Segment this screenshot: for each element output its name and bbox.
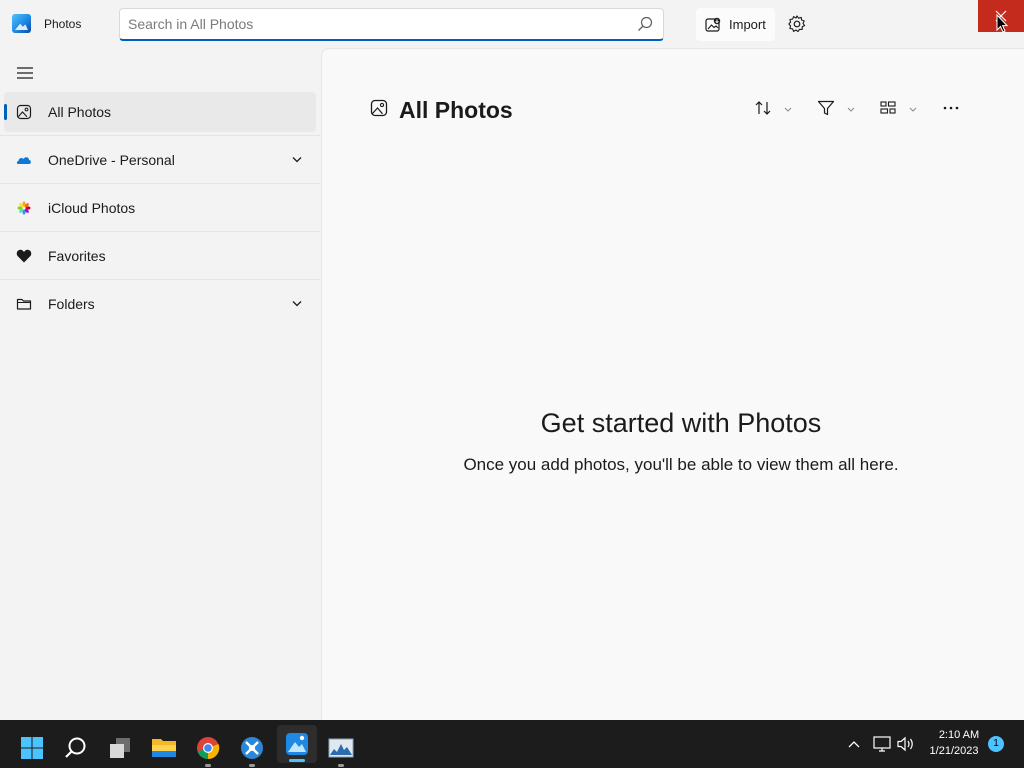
search-icon (65, 737, 86, 758)
more-icon (943, 106, 959, 110)
chevron-down-icon (909, 107, 917, 112)
view-options-button[interactable] (879, 99, 919, 119)
hamburger-menu-icon[interactable] (16, 66, 34, 80)
filter-button[interactable] (817, 99, 857, 119)
task-manager-button[interactable] (321, 728, 361, 768)
photos-taskbar-button[interactable] (277, 725, 317, 763)
import-button[interactable]: Import (696, 8, 775, 41)
empty-state-subtitle: Once you add photos, you'll be able to v… (463, 455, 899, 474)
sidebar-item-onedrive[interactable]: OneDrive - Personal (4, 140, 316, 180)
chevron-down-icon (847, 107, 855, 112)
photos-icon (286, 733, 308, 755)
heart-icon (16, 249, 32, 263)
divider (0, 231, 320, 232)
settings-gear-icon[interactable] (787, 14, 807, 34)
task-manager-icon (328, 738, 354, 758)
icloud-icon (17, 201, 31, 215)
sidebar-item-label: iCloud Photos (48, 200, 136, 216)
clock-date[interactable]: 1/21/2023 (919, 745, 989, 757)
chevron-down-icon[interactable] (292, 156, 302, 163)
file-explorer-icon (152, 739, 176, 757)
chrome-button[interactable] (188, 728, 228, 768)
task-view-icon (110, 738, 130, 758)
sidebar-item-label: Folders (48, 296, 95, 312)
windows-start-icon (21, 737, 43, 759)
more-options-button[interactable] (942, 99, 962, 119)
volume-icon[interactable] (897, 736, 915, 752)
divider (0, 135, 320, 136)
title-bar: Photos Import (0, 0, 1024, 48)
sort-icon (755, 101, 771, 115)
sidebar-item-folders[interactable]: Folders (4, 284, 316, 324)
onedrive-icon (16, 157, 31, 164)
sidebar-item-label: Favorites (48, 248, 106, 264)
start-button[interactable] (12, 728, 52, 768)
clock-time[interactable]: 2:10 AM (924, 729, 994, 741)
main-pane: All Photos Get started with Photos Once … (321, 48, 1024, 720)
network-icon[interactable] (873, 736, 891, 752)
mouse-cursor-icon (996, 14, 1008, 33)
sidebar-item-label: OneDrive - Personal (48, 152, 175, 168)
chrome-icon (197, 737, 220, 760)
running-indicator (338, 764, 344, 767)
app-title: Photos (44, 17, 82, 31)
divider (0, 279, 320, 280)
taskbar-search-button[interactable] (56, 728, 96, 768)
taskbar-app-button[interactable] (232, 728, 272, 768)
folder-icon (16, 298, 32, 310)
photos-app-icon (12, 14, 31, 33)
filter-icon (817, 100, 835, 116)
running-indicator (205, 764, 211, 767)
chevron-down-icon[interactable] (292, 300, 302, 307)
task-view-button[interactable] (100, 728, 140, 768)
photo-icon (16, 104, 32, 120)
notification-badge[interactable]: 1 (988, 736, 1004, 752)
import-icon (705, 17, 721, 32)
sidebar-item-icloud[interactable]: iCloud Photos (4, 188, 316, 228)
sort-button[interactable] (754, 99, 794, 119)
running-indicator (249, 764, 255, 767)
sidebar-item-all-photos[interactable]: All Photos (4, 92, 316, 132)
file-explorer-button[interactable] (144, 728, 184, 768)
empty-state-title: Get started with Photos (540, 408, 822, 438)
sidebar-item-label: All Photos (48, 104, 112, 120)
taskbar: 2:10 AM 1/21/2023 1 (0, 720, 1024, 768)
search-icon[interactable] (637, 16, 653, 32)
search-input[interactable] (128, 14, 628, 34)
chevron-down-icon (784, 107, 792, 112)
import-label: Import (729, 17, 766, 32)
chevron-up-icon[interactable] (848, 740, 860, 748)
view-grid-icon (880, 101, 896, 114)
app-icon (241, 737, 263, 759)
photo-icon (370, 99, 388, 117)
sidebar: All Photos OneDrive - Personal iCloud Ph… (0, 48, 320, 720)
page-title: All Photos (399, 97, 513, 123)
sidebar-item-favorites[interactable]: Favorites (4, 236, 316, 276)
divider (0, 183, 320, 184)
search-box[interactable] (119, 8, 664, 41)
active-indicator (289, 759, 305, 762)
